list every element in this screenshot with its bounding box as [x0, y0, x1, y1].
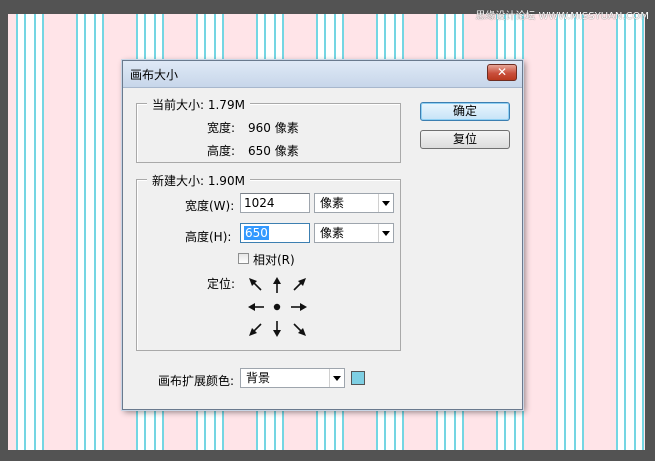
current-width-value: 960 像素: [248, 121, 299, 135]
ok-button[interactable]: 确定: [420, 102, 510, 121]
new-size-title: 新建大小: 1.90M: [147, 172, 250, 189]
anchor-top-left[interactable]: [246, 275, 266, 295]
current-height-value: 650 像素: [248, 144, 299, 158]
anchor-bottom-left[interactable]: [246, 319, 266, 339]
anchor-center[interactable]: [267, 297, 287, 317]
width-unit-value: 像素: [320, 196, 345, 210]
relative-label[interactable]: 相对(R): [253, 251, 295, 268]
dialog-titlebar[interactable]: 画布大小 ✕: [123, 61, 522, 88]
dialog-title: 画布大小: [130, 68, 179, 82]
extension-color-label: 画布扩展颜色:: [158, 374, 235, 388]
current-height-label: 高度:: [207, 144, 236, 158]
current-size-title: 当前大小: 1.79M: [147, 96, 250, 113]
height-input-value: 650: [244, 226, 269, 240]
anchor-top[interactable]: [267, 275, 287, 295]
extension-color-swatch[interactable]: [351, 371, 365, 385]
anchor-dot-icon: [273, 303, 281, 311]
anchor-bottom[interactable]: [267, 319, 287, 339]
close-icon: ✕: [496, 65, 508, 79]
extension-color-value: 背景: [246, 371, 271, 385]
arrow-up-left-icon: [249, 278, 262, 291]
chevron-down-icon: [329, 369, 344, 387]
anchor-right[interactable]: [289, 297, 309, 317]
chevron-down-icon: [378, 194, 393, 212]
arrow-up-right-icon: [293, 278, 306, 291]
arrow-down-left-icon: [249, 323, 262, 336]
canvas-size-dialog: 画布大小 ✕ 当前大小: 1.79M 宽度: 960 像素 高度: 650 像素…: [122, 60, 523, 410]
anchor-bottom-right[interactable]: [289, 319, 309, 339]
close-button[interactable]: ✕: [487, 64, 517, 81]
width-input-value: 1024: [244, 196, 275, 210]
chevron-down-icon: [378, 224, 393, 242]
anchor-left[interactable]: [246, 297, 266, 317]
width-input[interactable]: 1024: [240, 193, 310, 213]
arrow-left-icon: [248, 303, 264, 311]
reset-button[interactable]: 复位: [420, 130, 510, 149]
watermark: 思缘设计论坛 WWW.MISSYUAN.COM: [475, 11, 649, 22]
anchor-label: 定位:: [207, 277, 236, 291]
width-unit-select[interactable]: 像素: [314, 193, 394, 213]
arrow-down-right-icon: [293, 323, 306, 336]
height-unit-select[interactable]: 像素: [314, 223, 394, 243]
height-unit-value: 像素: [320, 226, 345, 240]
arrow-right-icon: [291, 303, 307, 311]
arrow-up-icon: [273, 277, 281, 293]
relative-checkbox[interactable]: [238, 253, 249, 264]
extension-color-select[interactable]: 背景: [240, 368, 345, 388]
new-width-label: 宽度(W):: [185, 199, 235, 213]
arrow-down-icon: [273, 321, 281, 337]
anchor-top-right[interactable]: [289, 275, 309, 295]
new-height-label: 高度(H):: [185, 230, 232, 244]
height-input[interactable]: 650: [240, 223, 310, 243]
current-width-label: 宽度:: [207, 121, 236, 135]
